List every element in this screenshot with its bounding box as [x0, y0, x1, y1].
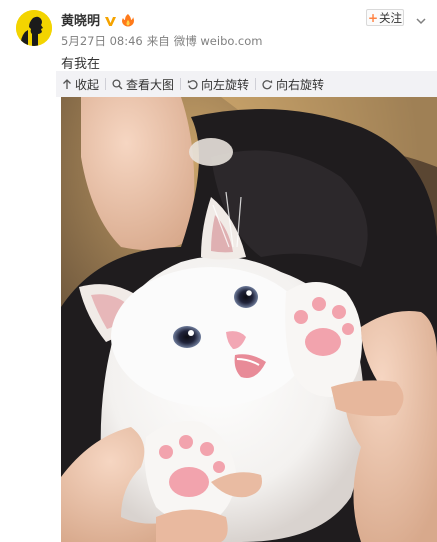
author-row: 黄晓明	[61, 10, 135, 29]
rotate-left-button[interactable]: 向左旋转	[181, 76, 255, 93]
author-name[interactable]: 黄晓明	[61, 10, 100, 29]
weibo-post-card: 黄晓明 5月27日 08:46 来自 微博 weibo.com + 关注 有我在	[0, 0, 437, 542]
fire-badge-icon[interactable]	[121, 12, 135, 27]
rotate-right-label: 向右旋转	[276, 77, 325, 92]
collapse-label: 收起	[75, 77, 100, 92]
view-large-button[interactable]: 查看大图	[106, 76, 180, 93]
rotate-left-label: 向左旋转	[201, 77, 250, 92]
arrow-up-icon	[62, 78, 72, 90]
rotate-left-icon	[187, 79, 198, 90]
post-text: 有我在	[61, 57, 101, 72]
follow-label: 关注	[379, 10, 403, 25]
source-prefix: 来自	[146, 34, 170, 48]
rotate-right-button[interactable]: 向右旋转	[256, 76, 330, 93]
follow-button[interactable]: + 关注	[366, 9, 404, 26]
image-toolbar: 收起 查看大图 向左旋转 向右旋转	[56, 71, 437, 97]
author-avatar[interactable]	[16, 10, 52, 46]
plus-icon: +	[367, 10, 379, 25]
post-meta: 5月27日 08:46 来自 微博 weibo.com	[61, 33, 262, 49]
post-source[interactable]: 微博 weibo.com	[174, 33, 263, 49]
yellow-v-icon[interactable]	[104, 13, 117, 26]
post-image[interactable]	[61, 97, 437, 542]
post-date[interactable]: 5月27日 08:46	[61, 33, 143, 49]
magnifier-icon	[112, 78, 123, 90]
chevron-down-icon[interactable]	[415, 12, 427, 25]
collapse-button[interactable]: 收起	[56, 76, 105, 93]
rotate-right-icon	[262, 79, 273, 90]
view-large-label: 查看大图	[126, 77, 175, 92]
